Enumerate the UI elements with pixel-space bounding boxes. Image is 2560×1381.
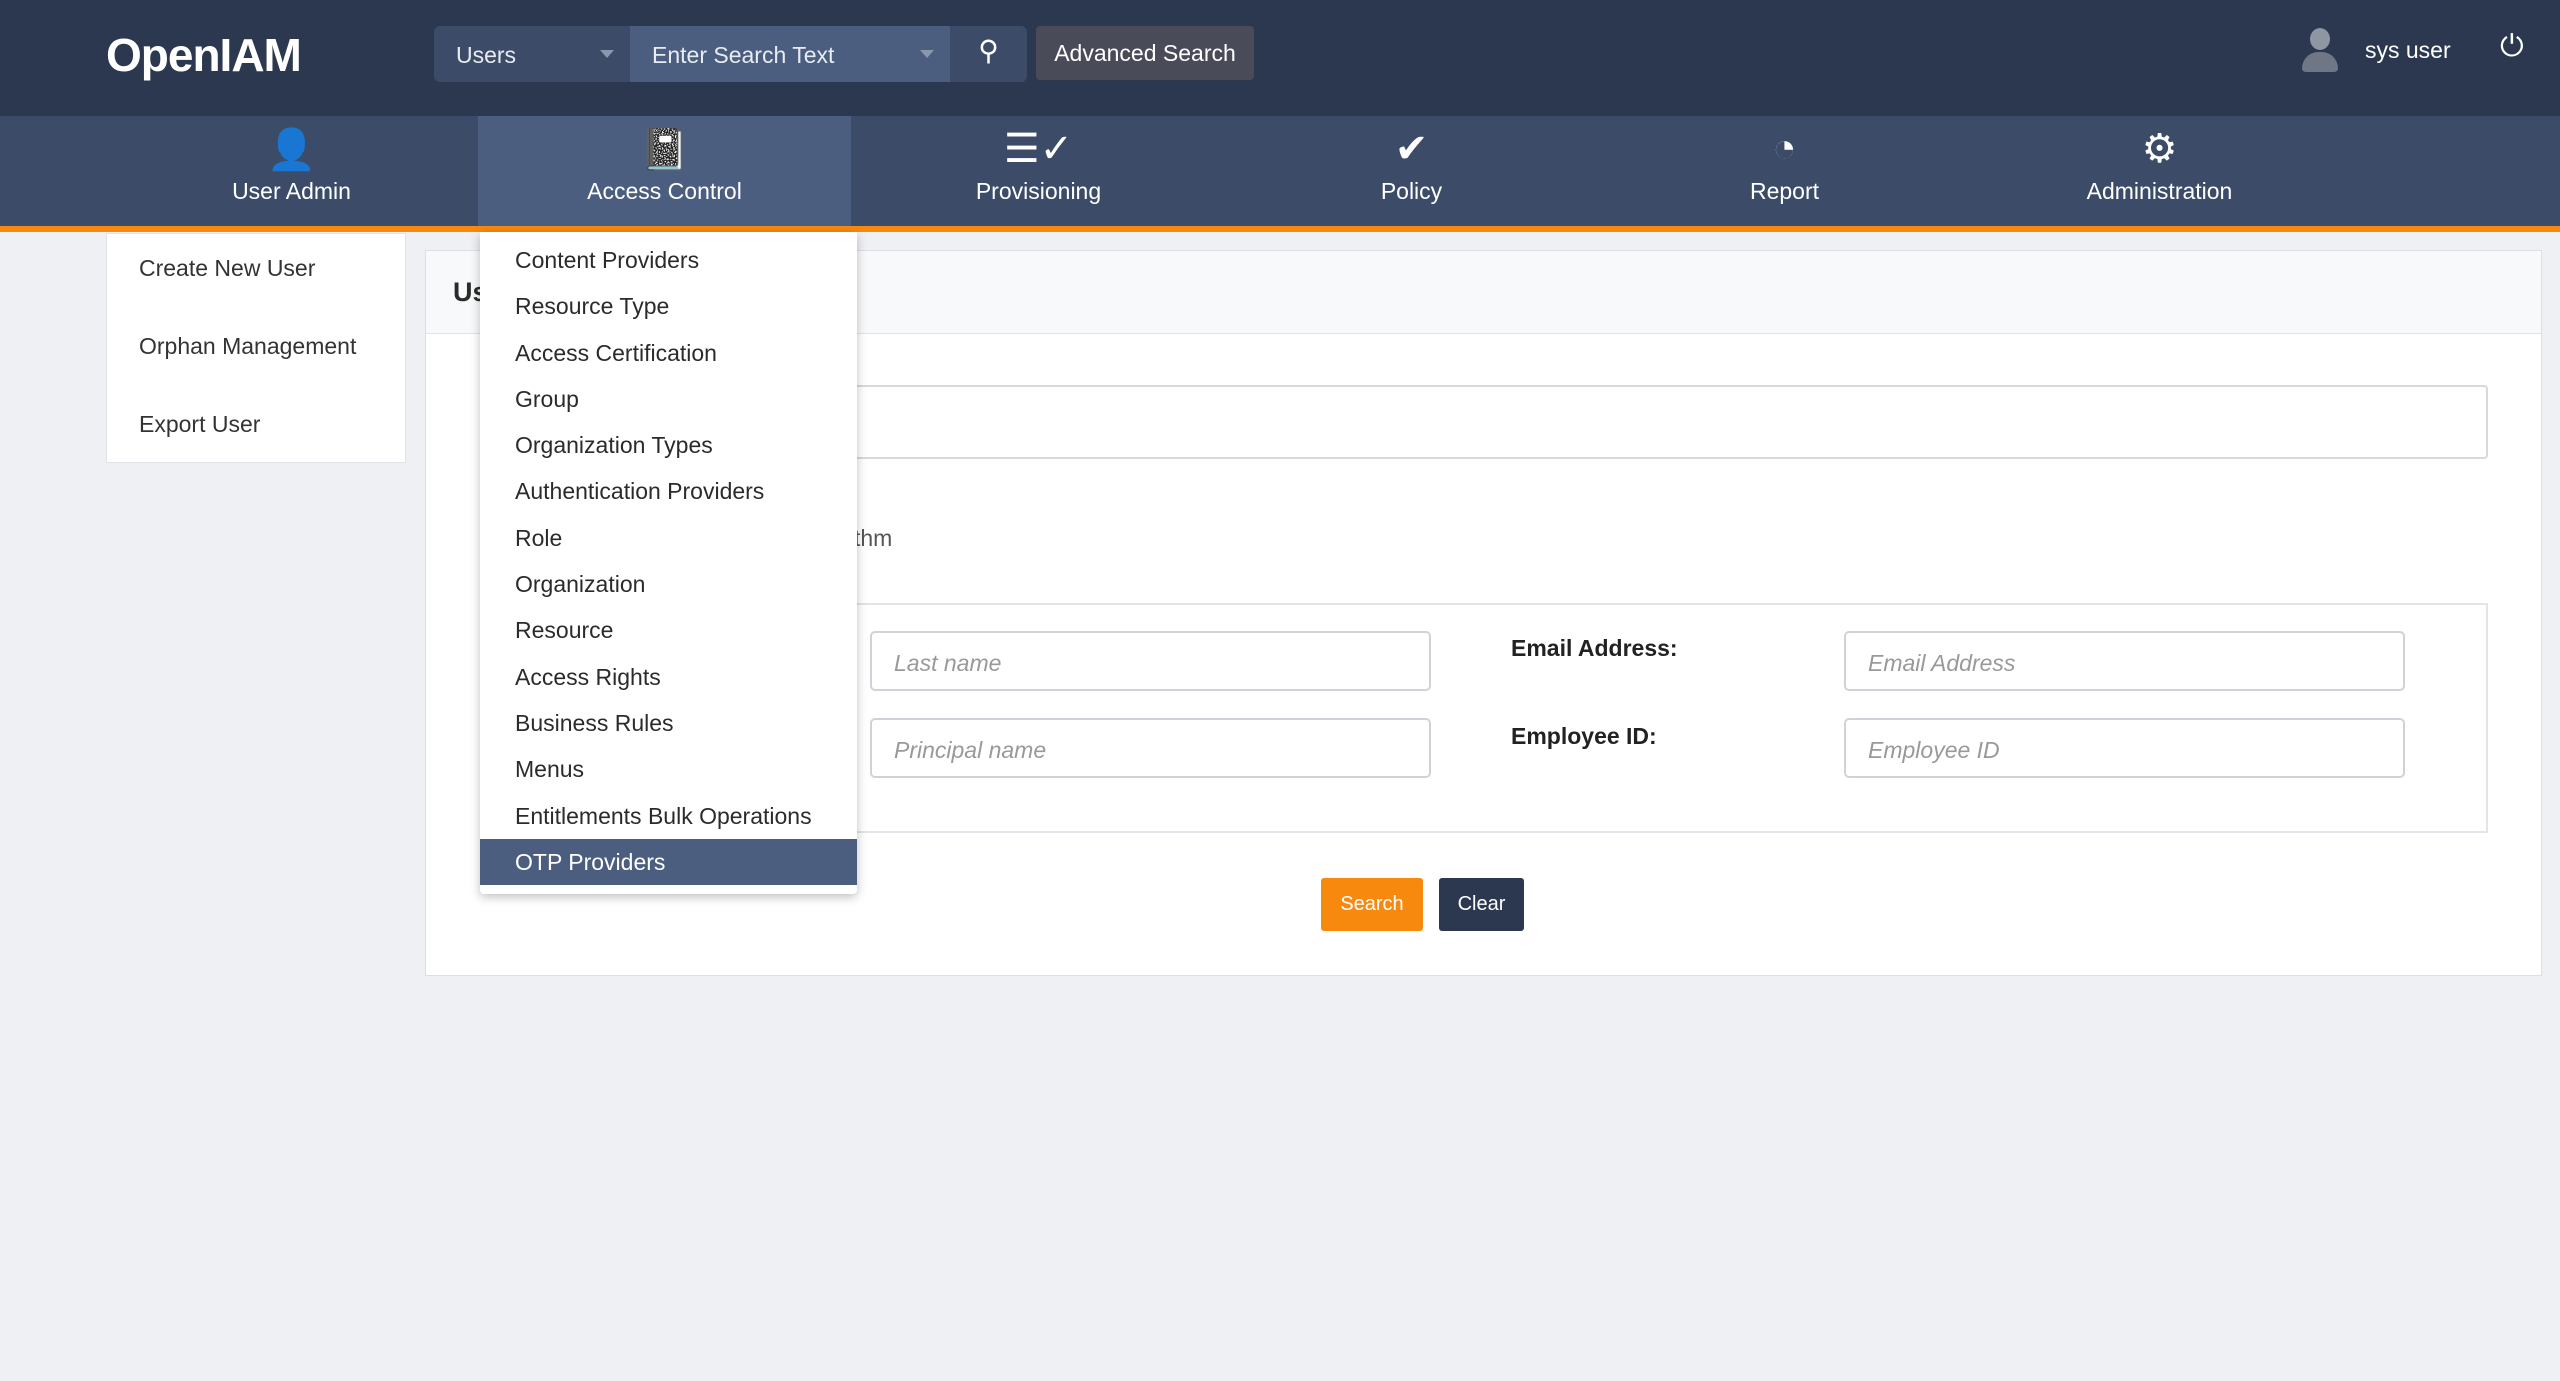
dropdown-item[interactable]: Authentication Providers (480, 468, 857, 514)
top-bar: ​OpenIAM Users Enter Search Text ⚲ Advan… (0, 0, 2560, 116)
dropdown-item[interactable]: Resource (480, 607, 857, 653)
last-name-input[interactable]: Last name (870, 631, 1431, 691)
nav-label: Administration (2086, 178, 2233, 204)
nav-label: User Admin (232, 178, 351, 204)
nav-provisioning[interactable]: ☰✓ Provisioning (852, 116, 1225, 226)
dropdown-item[interactable]: Resource Type (480, 283, 857, 329)
user-menu[interactable]: sys user (2300, 28, 2451, 72)
search-submit-button[interactable]: Search (1321, 878, 1423, 931)
nav-label: Policy (1380, 178, 1443, 204)
provisioning-icon: ☰✓ (1003, 127, 1074, 171)
nav-report[interactable]: ◔ Report (1598, 116, 1971, 226)
dropdown-item[interactable]: Access Certification (480, 330, 857, 376)
gear-icon: ⚙ (2141, 127, 2178, 171)
nav-policy[interactable]: ✔ Policy (1225, 116, 1598, 226)
notebook-icon: 📓 (639, 128, 690, 172)
sidebar-item-export-user[interactable]: Export User (107, 390, 405, 468)
search-category-select[interactable]: Users (434, 26, 630, 82)
chevron-down-icon (920, 50, 934, 58)
sidebar: Create New User Orphan Management Export… (106, 233, 406, 463)
main-nav: 👤 User Admin 📓 Access Control ☰✓ Provisioni… (0, 116, 2560, 232)
sidebar-item-orphan-management[interactable]: Orphan Management (107, 312, 405, 390)
dropdown-item[interactable]: Entitlements Bulk Operations (480, 793, 857, 839)
employee-id-label: Employee ID: (1511, 723, 1657, 749)
search-group: Users Enter Search Text ⚲ (434, 26, 1027, 82)
search-icon: ⚲ (978, 35, 999, 66)
power-icon[interactable]: ⏻ (2500, 30, 2524, 64)
nav-user-admin[interactable]: 👤 User Admin (105, 116, 478, 226)
email-input[interactable]: Email Address (1844, 631, 2405, 691)
dropdown-item[interactable]: Group (480, 376, 857, 422)
user-name: sys user (2365, 36, 2451, 63)
advanced-search-button[interactable]: Advanced Search (1036, 26, 1254, 80)
dropdown-item[interactable]: Content Providers (480, 237, 857, 283)
dropdown-item[interactable]: Business Rules (480, 700, 857, 746)
nav-administration[interactable]: ⚙ Administration (1973, 116, 2346, 226)
employee-id-input[interactable]: Employee ID (1844, 718, 2405, 778)
avatar-icon (2300, 28, 2340, 72)
search-button[interactable]: ⚲ (950, 26, 1027, 82)
nav-label: Report (1749, 178, 1820, 204)
search-input[interactable]: Enter Search Text (630, 26, 950, 82)
clear-button[interactable]: Clear (1439, 878, 1524, 931)
check-circle-icon: ✔ (1394, 127, 1429, 171)
sidebar-item-create-new-user[interactable]: Create New User (107, 234, 405, 312)
partial-label: thm (854, 525, 893, 551)
nav-label: Access Control (587, 178, 742, 204)
logo[interactable]: ​OpenIAM (106, 28, 302, 82)
dropdown-item[interactable]: Organization (480, 561, 857, 607)
dropdown-item[interactable]: Menus (480, 746, 857, 792)
principal-name-input[interactable]: Principal name (870, 718, 1431, 778)
nav-label: Provisioning (975, 178, 1102, 204)
access-control-dropdown: Content Providers Resource Type Access Cer… (480, 232, 857, 894)
dropdown-item[interactable]: Organization Types (480, 422, 857, 468)
search-field[interactable] (716, 385, 2488, 459)
dropdown-item[interactable]: Access Rights (480, 654, 857, 700)
chevron-down-icon (600, 50, 614, 58)
dropdown-item[interactable]: OTP Providers (480, 838, 857, 886)
user-icon: 👤 (266, 128, 317, 172)
pie-chart-icon: ◔ (1772, 126, 1797, 170)
dropdown-item[interactable]: Role (480, 515, 857, 561)
nav-access-control[interactable]: 📓 Access Control (478, 116, 851, 226)
email-label: Email Address: (1511, 635, 1678, 661)
